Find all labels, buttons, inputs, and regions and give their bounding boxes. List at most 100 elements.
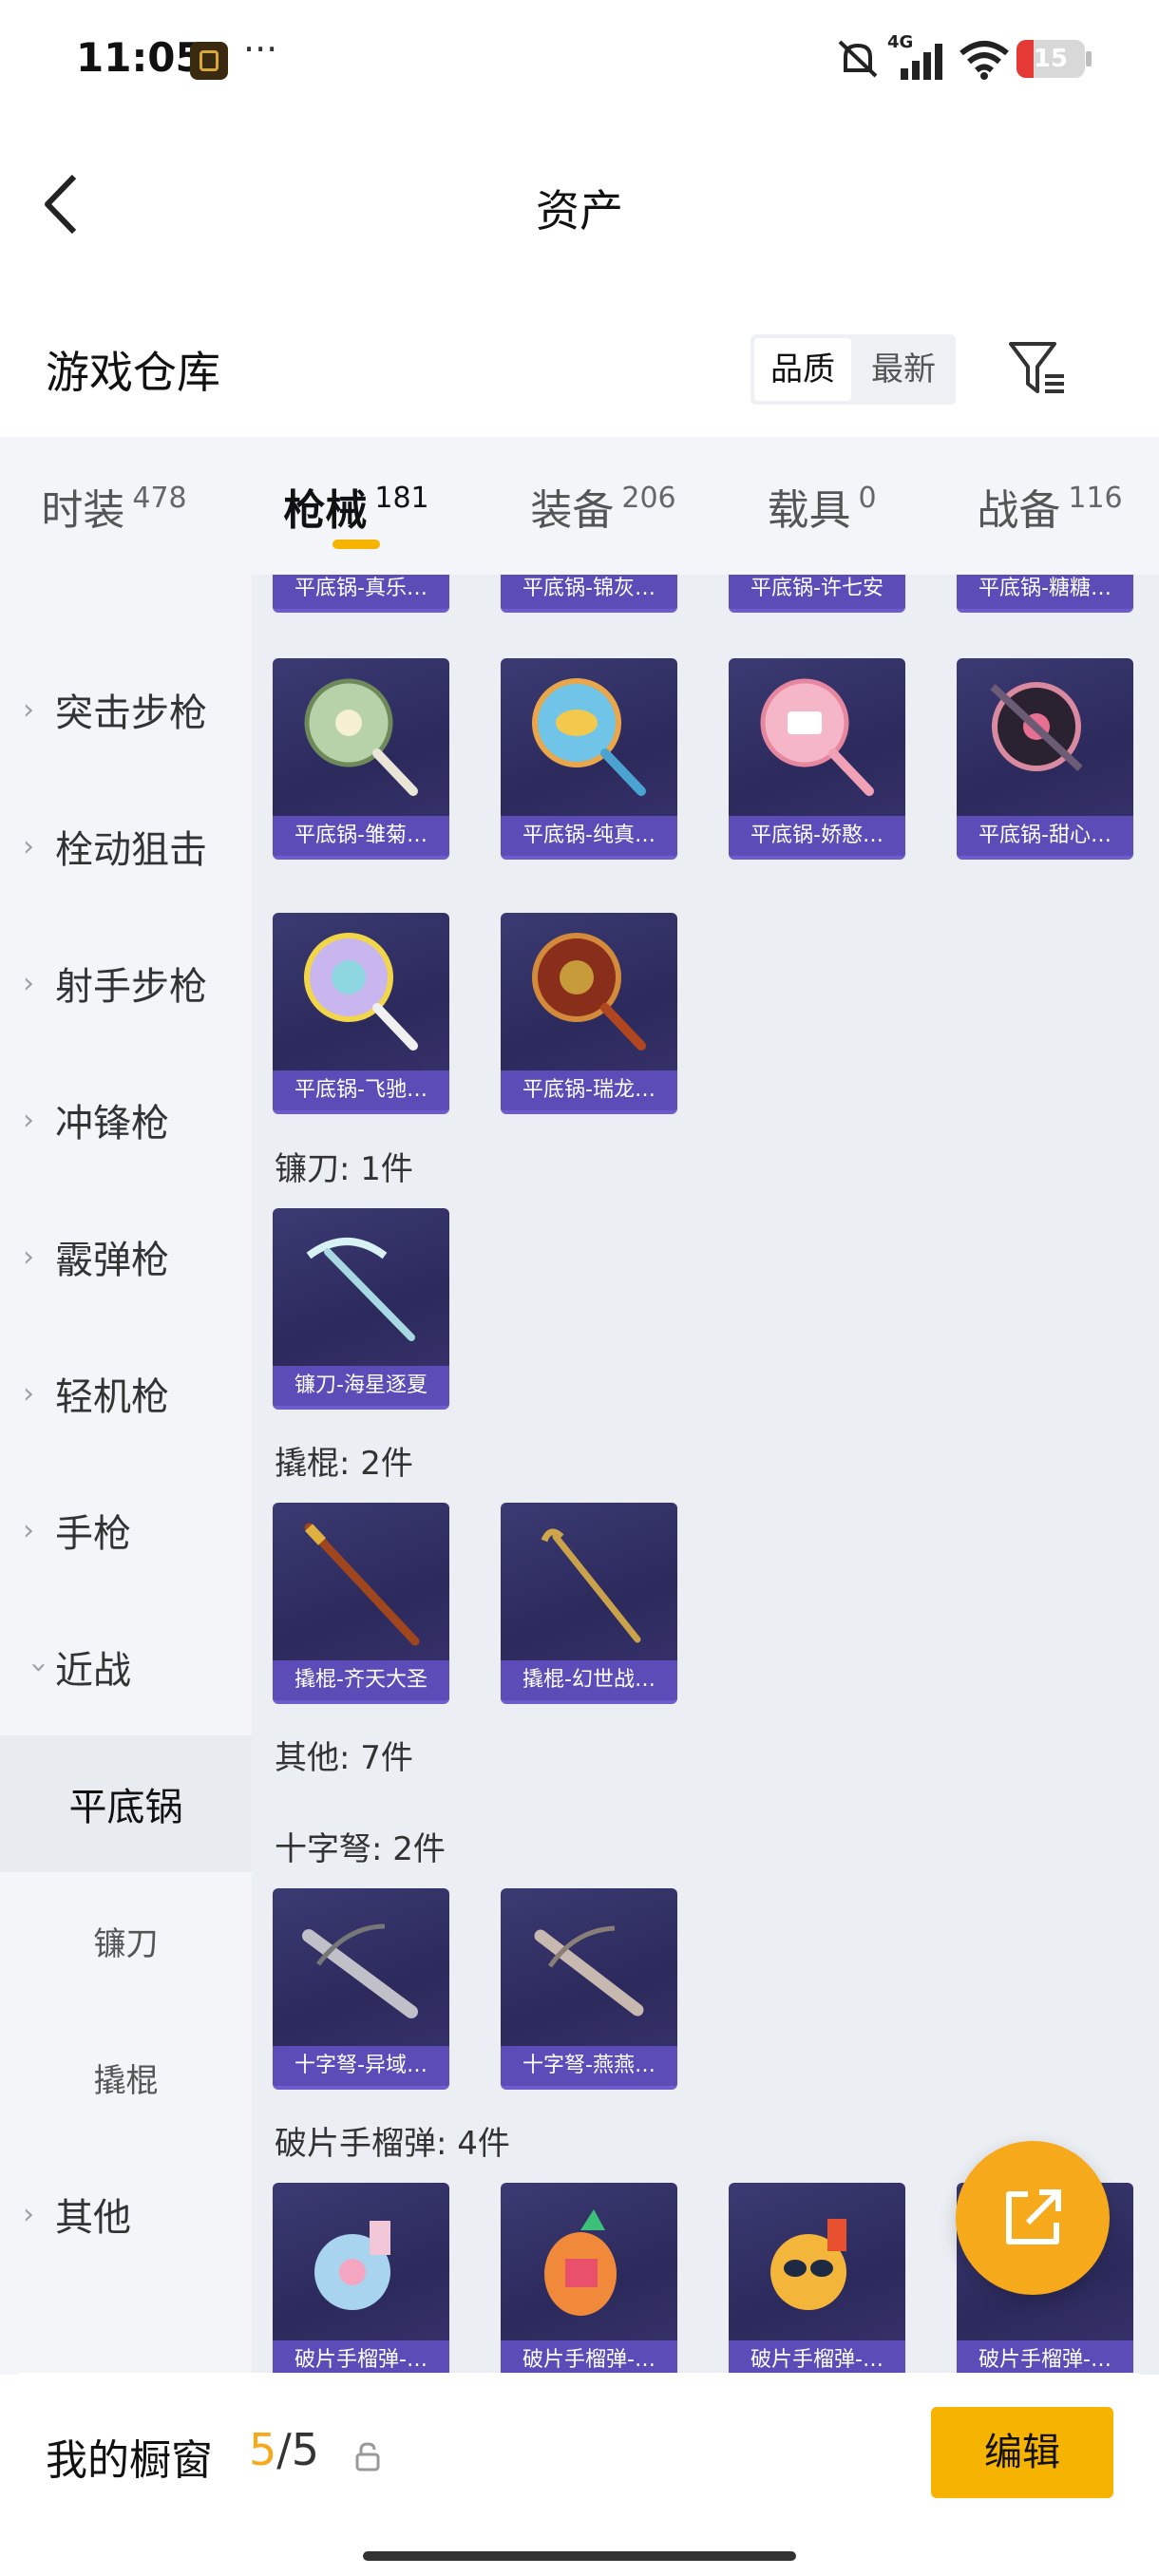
home-indicator bbox=[363, 2551, 796, 2561]
crowbar-monkey-king-icon bbox=[304, 1523, 420, 1646]
item-name: 平底锅-甜心… bbox=[957, 816, 1133, 856]
sidebar-item-label: 手枪 bbox=[55, 1512, 131, 1556]
item-card[interactable]: 破片手榴弹-… bbox=[273, 2183, 449, 2375]
sidebar-item-pistol[interactable]: › 手枪 bbox=[0, 1462, 252, 1599]
filter-icon[interactable] bbox=[1007, 338, 1070, 399]
item-card[interactable]: 镰刀-海星逐夏 bbox=[273, 1208, 449, 1410]
item-card[interactable]: 平底锅-许七安 bbox=[729, 575, 905, 613]
sidebar-subitem-sickle[interactable]: 镰刀 bbox=[0, 1872, 252, 2009]
sidebar-item-melee[interactable]: › 近战 bbox=[0, 1599, 252, 1735]
item-name: 十字弩-燕燕… bbox=[501, 2046, 677, 2086]
crossbow-exotic-icon bbox=[302, 1923, 418, 2018]
tab-firearms[interactable]: 枪械 181 bbox=[266, 437, 446, 575]
sidebar-item-other[interactable]: › 其他 bbox=[0, 2146, 252, 2282]
battery-tip bbox=[1086, 51, 1092, 66]
item-card[interactable]: 破片手榴弹-… bbox=[501, 2183, 677, 2375]
item-card[interactable]: 撬棍-齐天大圣 bbox=[273, 1503, 449, 1704]
section-label-other: 其他: 7件 bbox=[275, 1739, 413, 1777]
sidebar-item-label: 轻机枪 bbox=[55, 1375, 169, 1419]
nav-bar: 资产 bbox=[0, 114, 1159, 294]
mute-vibrate-icon bbox=[838, 40, 878, 78]
item-card[interactable]: 平底锅-瑞龙… bbox=[501, 913, 677, 1114]
item-name: 平底锅-糖糖… bbox=[957, 575, 1133, 609]
item-name: 破片手榴弹-… bbox=[729, 2340, 905, 2375]
item-card[interactable]: 平底锅-糖糖… bbox=[957, 575, 1133, 613]
showcase-count-current: 5 bbox=[249, 2424, 277, 2475]
lock-icon bbox=[355, 2442, 380, 2472]
sidebar-item-label: 其他 bbox=[55, 2196, 131, 2240]
item-name: 平底锅-纯真… bbox=[501, 816, 677, 856]
tab-label: 枪械 bbox=[283, 485, 368, 535]
sidebar-item-label: 射手步枪 bbox=[55, 965, 207, 1009]
pan-pink-icon bbox=[760, 678, 874, 796]
tab-count: 478 bbox=[132, 482, 187, 515]
tab-count: 206 bbox=[621, 482, 676, 515]
item-card[interactable]: 十字弩-异域… bbox=[273, 1888, 449, 2090]
tab-label: 装备 bbox=[530, 485, 615, 535]
battery-level: 15 bbox=[1033, 45, 1069, 73]
item-card[interactable]: 平底锅-飞驰… bbox=[273, 913, 449, 1114]
chevron-right-icon: › bbox=[23, 1103, 34, 1137]
tab-fashion[interactable]: 时装 478 bbox=[19, 437, 209, 575]
warehouse-title: 游戏仓库 bbox=[46, 347, 220, 398]
grenade-blue-icon bbox=[314, 2221, 390, 2310]
sidebar-subitem-pan[interactable]: 平底锅 bbox=[0, 1735, 252, 1872]
chevron-right-icon: › bbox=[23, 692, 34, 727]
item-name: 破片手榴弹-… bbox=[273, 2340, 449, 2375]
status-time: 11:05 bbox=[76, 34, 203, 81]
item-card[interactable]: 平底锅-雏菊… bbox=[273, 658, 449, 860]
item-name: 平底锅-雏菊… bbox=[273, 816, 449, 856]
item-card[interactable]: 撬棍-幻世战… bbox=[501, 1503, 677, 1704]
item-card[interactable]: 平底锅-纯真… bbox=[501, 658, 677, 860]
sidebar-subitem-crowbar[interactable]: 撬棍 bbox=[0, 2009, 252, 2146]
chevron-right-icon: › bbox=[23, 829, 34, 863]
sidebar-item-assault-rifle[interactable]: › 突击步枪 bbox=[0, 641, 252, 778]
sidebar-item-smg[interactable]: › 冲锋枪 bbox=[0, 1051, 252, 1188]
signal-icon bbox=[901, 44, 942, 80]
pan-sweetheart-icon bbox=[990, 682, 1083, 771]
sickle-icon bbox=[306, 1238, 415, 1341]
crowbar-fantasy-icon bbox=[541, 1528, 641, 1643]
sidebar-item-marksman[interactable]: › 射手步枪 bbox=[0, 915, 252, 1051]
item-name: 平底锅-飞驰… bbox=[273, 1070, 449, 1110]
pan-dragon-icon bbox=[532, 933, 646, 1051]
pan-innocent-icon bbox=[532, 678, 646, 796]
weapon-category-sidebar: › 突击步枪 › 栓动狙击 › 射手步枪 › 冲锋枪 › 霰弹枪 › 轻机枪 › 手枪 › 近战… bbox=[0, 575, 252, 2375]
item-card[interactable]: 平底锅-真乐… bbox=[273, 575, 449, 613]
share-float-button[interactable] bbox=[956, 2141, 1110, 2295]
crossbow-swallow-icon bbox=[534, 1925, 644, 2017]
sort-newest-button[interactable]: 最新 bbox=[855, 338, 952, 401]
sidebar-item-label: 冲锋枪 bbox=[55, 1102, 169, 1146]
item-name: 平底锅-许七安 bbox=[729, 575, 905, 609]
sidebar-item-lmg[interactable]: › 轻机枪 bbox=[0, 1325, 252, 1462]
item-card[interactable]: 平底锅-娇憨… bbox=[729, 658, 905, 860]
showcase-title: 我的橱窗 bbox=[46, 2436, 213, 2485]
item-name: 破片手榴弹-… bbox=[501, 2340, 677, 2375]
tab-label: 载具 bbox=[767, 485, 851, 535]
tab-count: 181 bbox=[374, 482, 429, 515]
sidebar-item-label: 近战 bbox=[55, 1649, 131, 1693]
edit-button[interactable]: 编辑 bbox=[931, 2407, 1113, 2498]
showcase-count: 5/5 bbox=[249, 2424, 319, 2475]
sidebar-item-shotgun[interactable]: › 霰弹枪 bbox=[0, 1188, 252, 1325]
item-name: 镰刀-海星逐夏 bbox=[273, 1366, 449, 1406]
chevron-down-icon: › bbox=[22, 1661, 56, 1673]
sidebar-item-label: 突击步枪 bbox=[55, 691, 207, 735]
item-name: 十字弩-异域… bbox=[273, 2046, 449, 2086]
item-card[interactable]: 破片手榴弹-… bbox=[729, 2183, 905, 2375]
sidebar-item-bolt-sniper[interactable]: › 栓动狙击 bbox=[0, 778, 252, 915]
tab-vehicles[interactable]: 载具 0 bbox=[750, 437, 893, 575]
sidebar-item-label: 栓动狙击 bbox=[55, 828, 207, 872]
sort-toggle: 品质 最新 bbox=[750, 334, 956, 405]
section-label-grenade: 破片手榴弹: 4件 bbox=[275, 2125, 510, 2163]
item-card[interactable]: 十字弩-燕燕… bbox=[501, 1888, 677, 2090]
item-card[interactable]: 平底锅-甜心… bbox=[957, 658, 1133, 860]
item-name: 平底锅-真乐… bbox=[273, 575, 449, 609]
tab-count: 0 bbox=[858, 482, 877, 515]
sort-quality-button[interactable]: 品质 bbox=[754, 338, 851, 401]
tab-equipment[interactable]: 装备 206 bbox=[504, 437, 703, 575]
tab-label: 时装 bbox=[41, 485, 125, 535]
grenade-emoji-icon bbox=[770, 2219, 846, 2310]
item-card[interactable]: 平底锅-锦灰… bbox=[501, 575, 677, 613]
tab-supplies[interactable]: 战备 116 bbox=[960, 437, 1140, 575]
